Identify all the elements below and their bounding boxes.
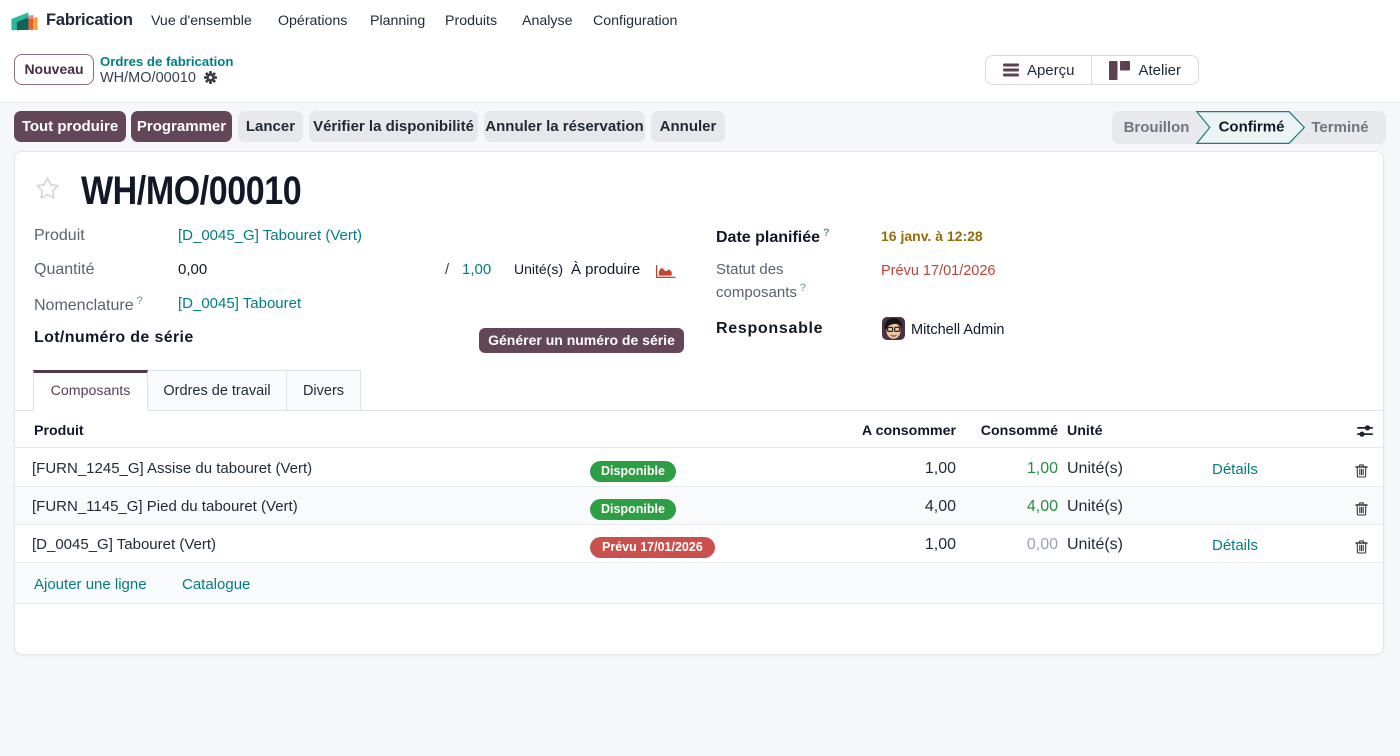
svg-text:Confirmé: Confirmé — [1219, 119, 1285, 136]
